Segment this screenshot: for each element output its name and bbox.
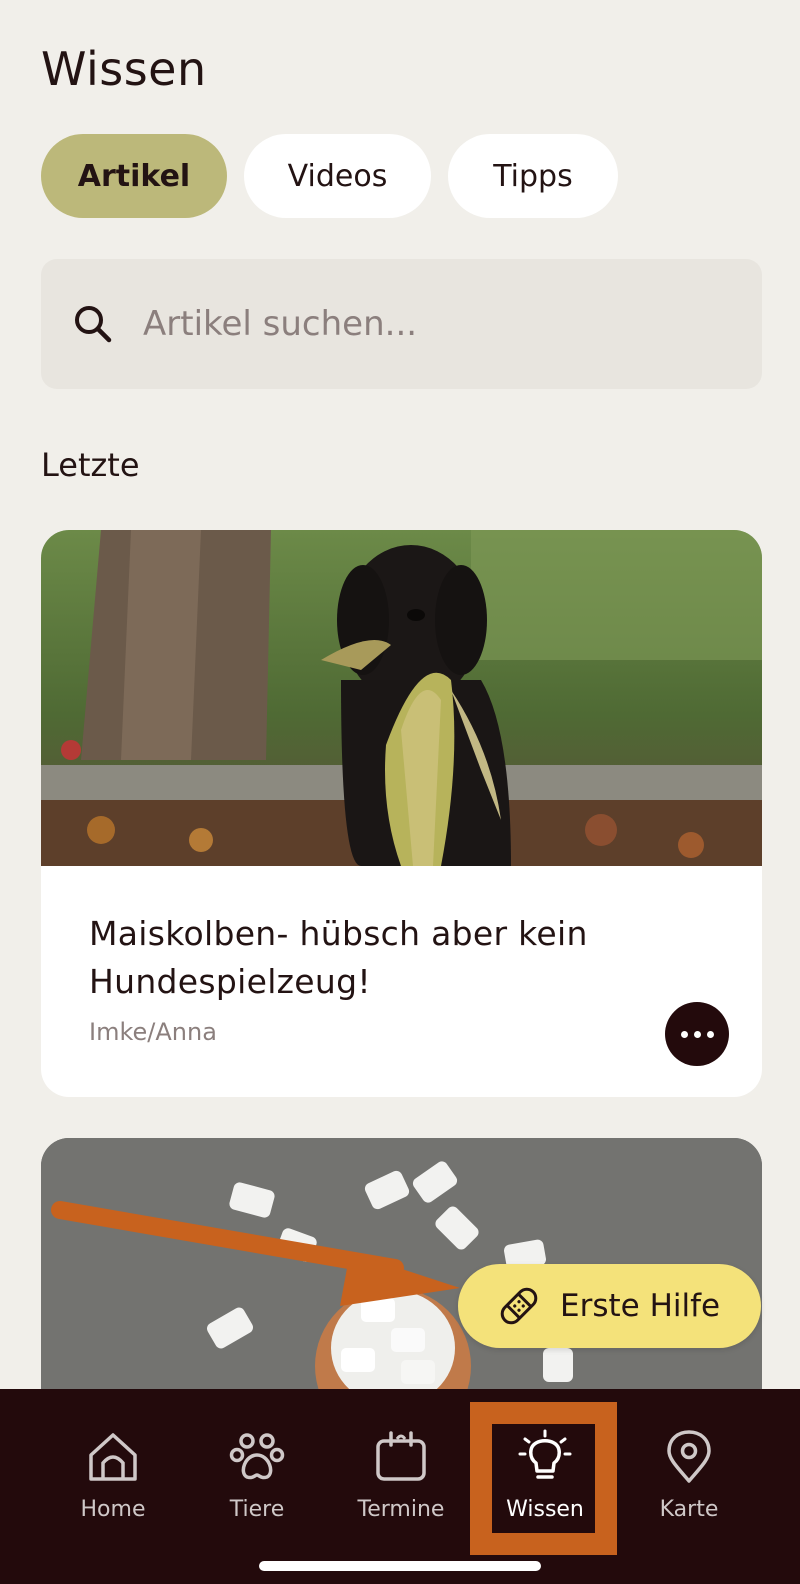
search-icon [75, 306, 112, 343]
nav-wissen-label: Wissen [506, 1497, 584, 1522]
home-icon [89, 1433, 137, 1481]
bottom-navigation: Home Tiere Termine Wissen Karte [0, 1389, 800, 1584]
nav-karte-label: Karte [659, 1497, 719, 1522]
first-aid-label: Erste Hilfe [560, 1288, 721, 1324]
article-image [41, 530, 762, 866]
search-input[interactable] [143, 304, 703, 344]
article-title: Maiskolben- hübsch aber kein Hundespielz… [89, 914, 588, 1001]
tab-tipps[interactable]: Tipps [448, 134, 618, 218]
article-author: Imke/Anna [89, 1018, 217, 1046]
more-options-button[interactable] [665, 1002, 729, 1066]
nav-wissen[interactable]: Wissen [480, 1389, 610, 1539]
nav-home-label: Home [80, 1497, 146, 1522]
more-dot-icon [680, 1030, 688, 1038]
first-aid-button[interactable]: Erste Hilfe [458, 1264, 761, 1348]
search-bar[interactable] [41, 259, 762, 389]
home-indicator[interactable] [259, 1561, 541, 1571]
more-dot-icon [706, 1030, 714, 1038]
nav-tiere-label: Tiere [229, 1497, 285, 1522]
tab-videos[interactable]: Videos [244, 134, 431, 218]
page-title: Wissen [41, 42, 207, 96]
nav-home[interactable]: Home [48, 1389, 178, 1539]
section-label-recent: Letzte [41, 446, 140, 484]
calendar-icon [376, 1431, 426, 1481]
nav-termine-label: Termine [357, 1497, 445, 1522]
tab-bar: Artikel Videos Tipps [41, 134, 618, 218]
nav-tiere[interactable]: Tiere [192, 1389, 322, 1539]
nav-karte[interactable]: Karte [624, 1389, 754, 1539]
article-card[interactable]: Maiskolben- hübsch aber kein Hundespielz… [41, 530, 762, 1097]
bandage-icon [500, 1287, 538, 1325]
paw-icon [229, 1433, 285, 1480]
more-dot-icon [693, 1030, 701, 1038]
tab-artikel[interactable]: Artikel [41, 134, 227, 218]
nav-termine[interactable]: Termine [336, 1389, 466, 1539]
lightbulb-icon [518, 1429, 572, 1479]
map-pin-icon [667, 1430, 711, 1483]
